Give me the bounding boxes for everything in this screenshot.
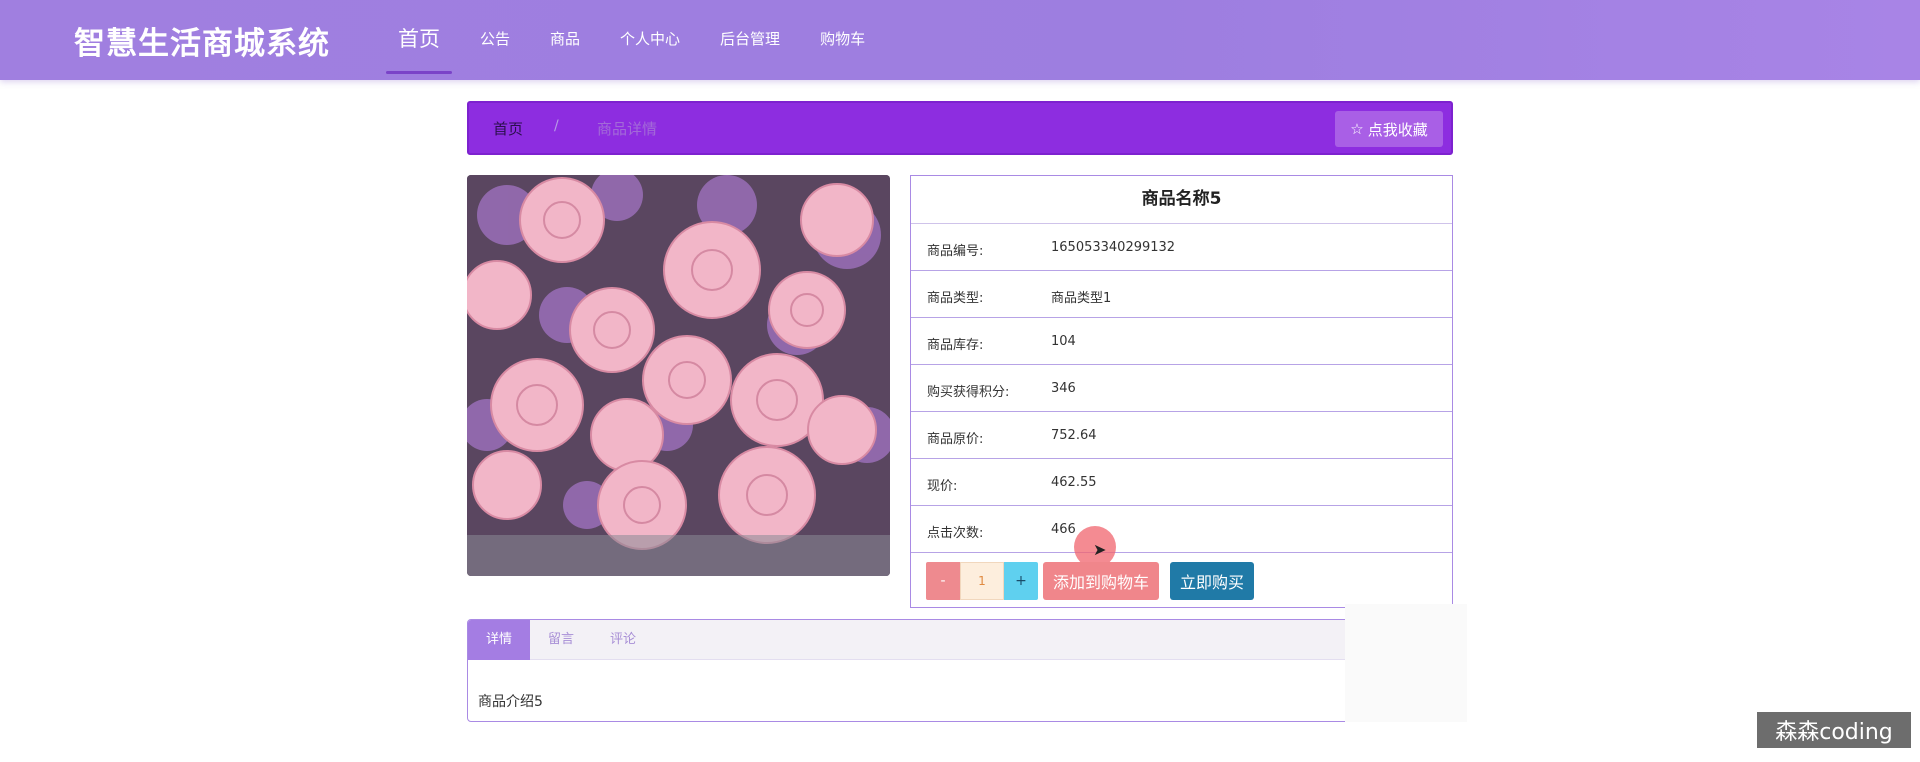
info-key: 商品编号: — [927, 244, 984, 259]
info-key: 商品类型: — [927, 291, 984, 306]
info-row-points: 购买获得积分: 346 — [911, 365, 1452, 412]
detail-tabs-panel: 详情 留言 评论 商品介绍5 — [467, 619, 1453, 722]
top-navbar: 智慧生活商城系统 首页 公告 商品 个人中心 后台管理 购物车 — [0, 0, 1920, 80]
roses-picture — [467, 175, 890, 576]
info-row-click-count: 点击次数: 466 — [911, 506, 1452, 553]
quantity-input[interactable]: 1 — [960, 562, 1004, 600]
info-value: 462.55 — [1051, 475, 1097, 490]
favorite-button-label: 点我收藏 — [1367, 120, 1428, 139]
tab-messages[interactable]: 留言 — [530, 620, 592, 660]
breadcrumb-bar: 首页 / 商品详情 ☆ 点我收藏 — [467, 101, 1453, 155]
site-brand[interactable]: 智慧生活商城系统 — [74, 18, 330, 63]
breadcrumb-current: 商品详情 — [597, 120, 658, 138]
mouse-cursor-icon: ➤ — [1093, 540, 1107, 559]
info-row-current-price: 现价: 462.55 — [911, 459, 1452, 506]
product-description: 商品介绍5 — [478, 694, 543, 710]
buy-now-button[interactable]: 立即购买 — [1170, 562, 1254, 600]
breadcrumb-separator: / — [554, 118, 559, 134]
info-row-product-type: 商品类型: 商品类型1 — [911, 271, 1452, 318]
add-to-cart-button[interactable]: 添加到购物车 — [1043, 562, 1159, 600]
info-row-product-id: 商品编号: 165053340299132 — [911, 224, 1452, 271]
info-value: 商品类型1 — [1051, 291, 1112, 306]
nav-home[interactable]: 首页 — [386, 0, 452, 80]
product-image — [467, 175, 890, 576]
purchase-actions: - 1 + 添加到购物车 立即购买 — [926, 561, 1254, 601]
nav-cart[interactable]: 购物车 — [808, 0, 877, 80]
breadcrumb-home[interactable]: 首页 — [493, 118, 523, 139]
info-value: 752.64 — [1051, 428, 1097, 443]
tab-bar: 详情 留言 评论 — [468, 620, 1452, 660]
tab-details[interactable]: 详情 — [468, 620, 531, 660]
quantity-increase-button[interactable]: + — [1004, 562, 1038, 600]
main-nav: 首页 公告 商品 个人中心 后台管理 购物车 — [386, 0, 893, 80]
info-key: 现价: — [927, 479, 958, 494]
info-value: 466 — [1051, 522, 1076, 537]
quantity-decrease-button[interactable]: - — [926, 562, 960, 600]
favorite-button[interactable]: ☆ 点我收藏 — [1335, 111, 1443, 147]
info-key: 购买获得积分: — [927, 385, 1010, 400]
star-icon: ☆ — [1350, 120, 1364, 138]
info-value: 346 — [1051, 381, 1076, 396]
nav-products[interactable]: 商品 — [538, 0, 592, 80]
nav-admin[interactable]: 后台管理 — [708, 0, 792, 80]
product-info-panel: 商品名称5 商品编号: 165053340299132 商品类型: 商品类型1 … — [910, 175, 1453, 608]
video-watermark: 森森coding — [1757, 712, 1911, 748]
nav-user-center[interactable]: 个人中心 — [608, 0, 692, 80]
product-title: 商品名称5 — [911, 176, 1452, 224]
info-key: 商品库存: — [927, 338, 984, 353]
nav-announcement[interactable]: 公告 — [468, 0, 522, 80]
overlay-blank-panel — [1345, 604, 1467, 722]
tab-comments[interactable]: 评论 — [592, 620, 654, 660]
info-key: 点击次数: — [927, 526, 984, 541]
info-value: 104 — [1051, 334, 1076, 349]
info-row-original-price: 商品原价: 752.64 — [911, 412, 1452, 459]
info-row-stock: 商品库存: 104 — [911, 318, 1452, 365]
info-key: 商品原价: — [927, 432, 984, 447]
info-value: 165053340299132 — [1051, 240, 1176, 255]
